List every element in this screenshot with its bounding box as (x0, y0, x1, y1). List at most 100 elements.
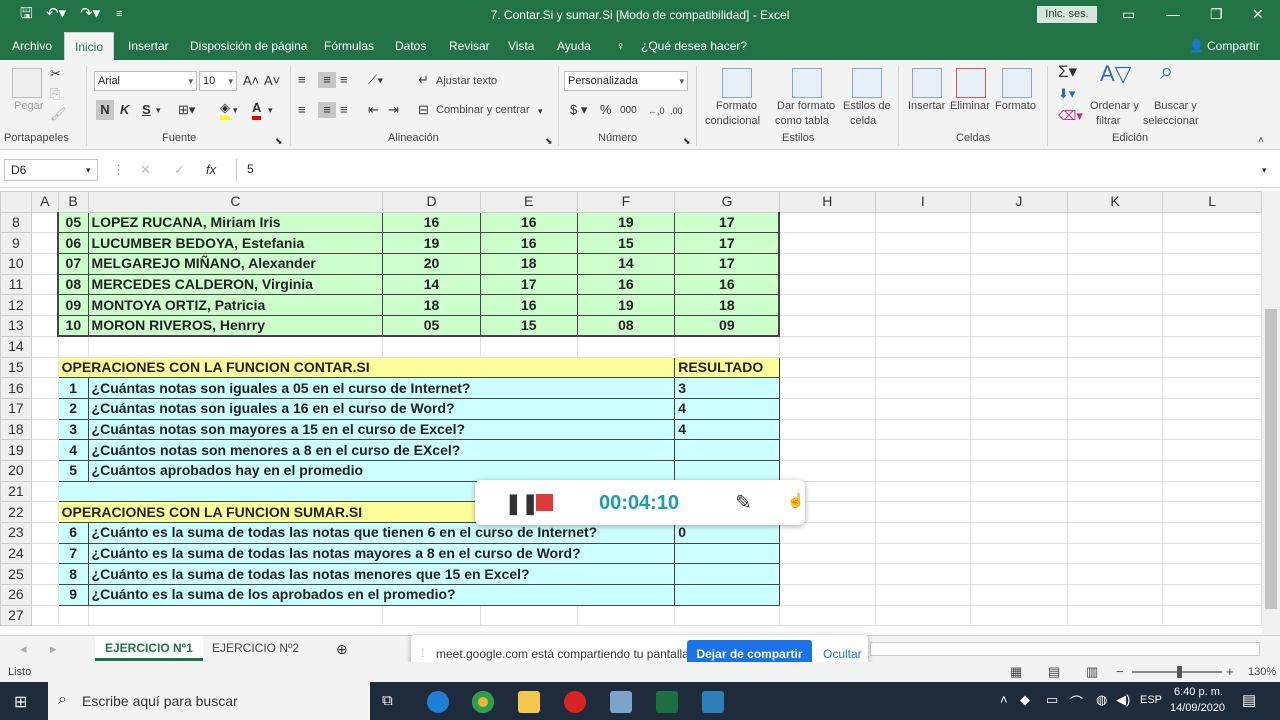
empty-cell[interactable] (1162, 604, 1262, 627)
empty-cell[interactable] (382, 335, 481, 358)
col-header-h[interactable]: H (778, 191, 876, 213)
number-launcher-icon[interactable]: ⬊ (683, 133, 691, 149)
empty-cell[interactable] (30, 439, 59, 461)
question-number[interactable]: 3 (57, 418, 89, 441)
question-text[interactable]: ¿Cuántas notas son iguales a 05 en el cu… (87, 377, 676, 399)
share-button[interactable]: Compartir (1207, 39, 1260, 53)
clock-date[interactable]: 14/09/2020 (1170, 702, 1225, 714)
student-number[interactable]: 06 (57, 232, 89, 255)
student-number[interactable]: 08 (57, 273, 89, 296)
worksheet-grid[interactable]: A B C D E F G H I J K L 8 05 LOPEZ RUCAN… (0, 191, 1262, 635)
tab-ayuda[interactable]: Ayuda (557, 39, 591, 53)
question-result[interactable] (674, 563, 780, 586)
tell-me-search[interactable]: ¿Qué desea hacer? (641, 39, 747, 53)
formula-input[interactable]: 5 (236, 159, 1272, 181)
empty-cell[interactable] (778, 335, 876, 358)
opera-icon[interactable] (564, 691, 586, 713)
input-language[interactable]: ESP (1140, 694, 1162, 706)
empty-cell[interactable] (1066, 356, 1164, 379)
empty-cell[interactable] (1162, 584, 1262, 606)
empty-cell[interactable] (1066, 501, 1164, 523)
windows-start-icon[interactable]: ⊞ (14, 692, 27, 712)
bold-button[interactable]: N (96, 100, 114, 120)
row-header[interactable]: 26 (0, 584, 32, 606)
empty-cell[interactable] (1066, 563, 1164, 586)
sort-filter-label-2[interactable]: filtrar (1096, 115, 1120, 127)
merge-center-button[interactable]: Combinar y centrar (436, 104, 530, 116)
merge-dropdown-icon[interactable]: ▾ (538, 103, 543, 119)
conditional-format-label-2[interactable]: condicional (705, 115, 760, 127)
empty-cell[interactable] (1066, 480, 1164, 503)
question-text[interactable]: ¿Cuánto es la suma de todas las notas me… (87, 563, 676, 586)
grade-f[interactable]: 14 (576, 253, 676, 275)
empty-cell[interactable] (970, 397, 1068, 420)
notifications-icon[interactable]: ▤ (1242, 691, 1256, 709)
increase-indent-icon[interactable]: ⇥ (388, 102, 399, 118)
grade-d[interactable]: 18 (382, 294, 481, 317)
row-header[interactable]: 15 (0, 356, 32, 379)
format-table-label[interactable]: Dar formato (777, 100, 835, 112)
autosum-icon[interactable]: Σ▾ (1058, 63, 1077, 80)
font-launcher-icon[interactable]: ⬊ (275, 133, 283, 149)
font-size-combo[interactable]: 10 (199, 71, 237, 91)
empty-cell[interactable] (1066, 542, 1164, 565)
empty-cell[interactable] (874, 501, 972, 523)
taskbar-search[interactable]: Escribe aquí para buscar (48, 682, 370, 720)
tab-datos[interactable]: Datos (395, 39, 426, 53)
empty-cell[interactable] (778, 211, 876, 234)
zoom-slider-thumb[interactable] (1177, 666, 1182, 678)
prev-sheet-icon[interactable]: ◂ (20, 641, 27, 657)
grade-g[interactable]: 17 (674, 253, 781, 275)
empty-cell[interactable] (1162, 480, 1262, 503)
empty-cell[interactable] (778, 377, 876, 399)
col-header-a[interactable]: A (30, 191, 59, 213)
pause-icon[interactable]: ❚❚ (505, 491, 539, 516)
question-result[interactable] (674, 584, 780, 606)
empty-cell[interactable] (778, 459, 876, 482)
student-name[interactable]: LOPEZ RUCANA, Miriam Iris (87, 211, 384, 234)
empty-cell[interactable] (874, 397, 972, 420)
col-header-l[interactable]: L (1162, 191, 1262, 213)
grade-g[interactable]: 17 (674, 232, 781, 255)
col-header-g[interactable]: G (674, 191, 780, 213)
sheet-tab-ejercicio-2[interactable]: EJERCICIO Nº2 (202, 636, 309, 661)
page-break-view-icon[interactable]: ▥ (1086, 664, 1098, 680)
align-middle-icon[interactable]: ≡ (318, 72, 336, 88)
empty-cell[interactable] (970, 604, 1068, 627)
empty-cell[interactable] (970, 294, 1068, 317)
row-header[interactable]: 23 (0, 522, 32, 544)
empty-cell[interactable] (57, 335, 89, 358)
scroll-thumb[interactable] (1265, 309, 1277, 609)
wrap-text-button[interactable]: Ajustar texto (436, 75, 497, 87)
tab-archivo[interactable]: Archivo (12, 39, 52, 53)
student-number[interactable]: 05 (57, 211, 89, 234)
alignment-launcher-icon[interactable]: ⬊ (545, 133, 553, 149)
tab-formulas[interactable]: Fórmulas (324, 39, 374, 53)
empty-cell[interactable] (1162, 563, 1262, 586)
format-table-label-2[interactable]: como tabla (775, 115, 829, 127)
delete-cells-label[interactable]: Eliminar (950, 100, 990, 112)
col-header-b[interactable]: B (57, 191, 89, 213)
question-text[interactable]: ¿Cuánto es la suma de todas las notas ma… (87, 542, 676, 565)
next-sheet-icon[interactable]: ▸ (50, 641, 57, 657)
empty-cell[interactable] (1066, 377, 1164, 399)
number-format-combo[interactable]: Personalizada (564, 71, 688, 91)
clock-time[interactable]: 6:40 p. m. (1174, 686, 1223, 698)
empty-cell[interactable] (87, 604, 384, 627)
empty-cell[interactable] (874, 294, 972, 317)
grade-g[interactable]: 16 (674, 273, 781, 296)
empty-cell[interactable] (30, 522, 59, 544)
close-icon[interactable]: ✕ (1252, 6, 1264, 23)
empty-cell[interactable] (30, 397, 59, 420)
empty-cell[interactable] (874, 377, 972, 399)
empty-cell[interactable] (778, 604, 876, 627)
thousands-icon[interactable]: 000 (620, 103, 637, 119)
empty-cell[interactable] (970, 542, 1068, 565)
empty-cell[interactable] (1066, 439, 1164, 461)
row-header[interactable]: 11 (0, 273, 32, 296)
grade-e[interactable]: 16 (479, 211, 578, 234)
question-number[interactable]: 7 (57, 542, 89, 565)
contar-header[interactable]: OPERACIONES CON LA FUNCION CONTAR.SI (57, 356, 676, 379)
row-header[interactable]: 21 (0, 480, 32, 503)
grade-g[interactable]: 17 (674, 211, 781, 234)
